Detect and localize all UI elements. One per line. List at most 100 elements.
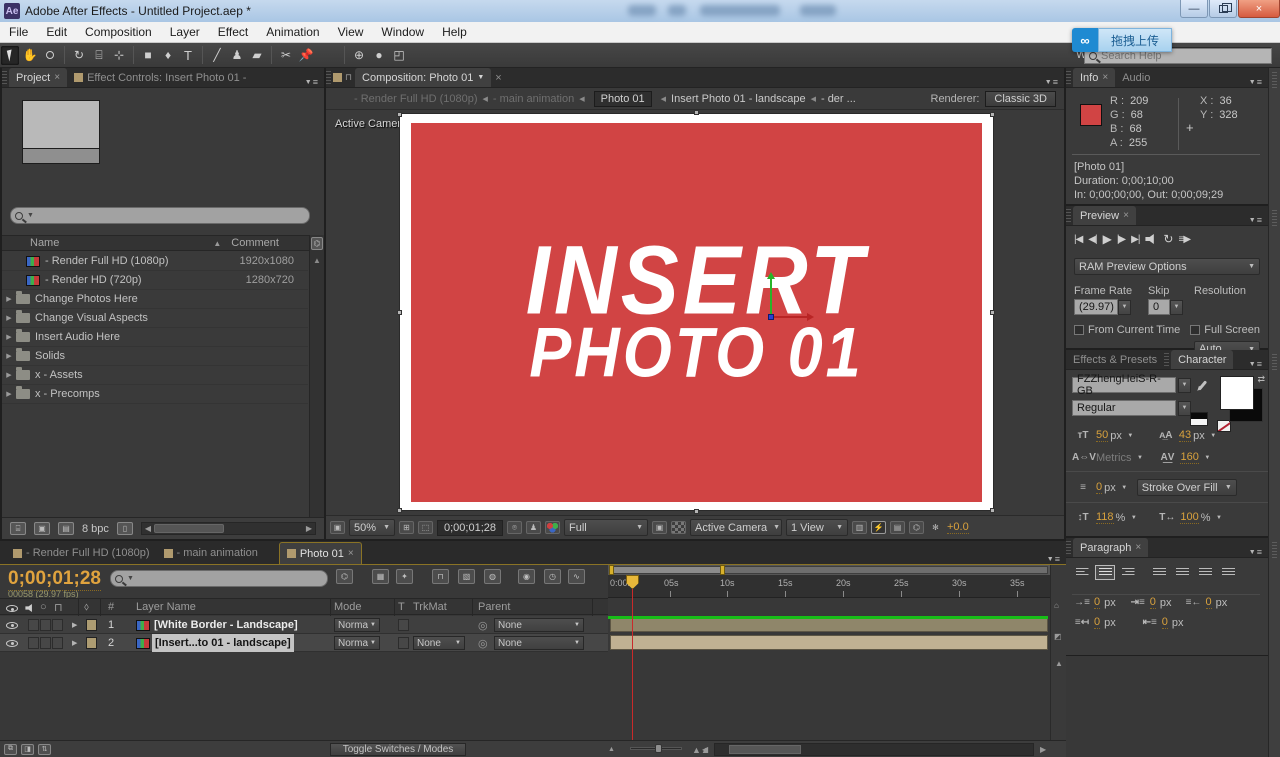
frame-blending-icon[interactable]: ⊓ [432,569,449,584]
motion-blur-icon[interactable]: ▧ [458,569,475,584]
snapshot-icon[interactable]: ⌾ [507,521,522,534]
audio-mute-button[interactable] [1145,234,1157,244]
close-icon[interactable]: × [1135,542,1141,553]
zoom-tool[interactable] [41,46,59,65]
project-columns-header[interactable]: Name ▲ Comment [2,235,324,251]
camera-tool[interactable]: ⌸ [90,46,108,65]
toggle-switches-modes-button[interactable]: Toggle Switches / Modes [330,743,466,756]
layer-handle[interactable] [694,509,699,514]
pixel-aspect-icon[interactable]: ▥ [852,521,867,534]
pen-tool[interactable]: ♦ [159,46,177,65]
space-before-value[interactable]: 0 [1094,616,1100,629]
zoom-slider-thumb[interactable] [655,744,662,753]
column-mode[interactable]: Mode [334,601,362,613]
chevron-down-icon[interactable]: ▼ [1133,450,1146,465]
column-parent[interactable]: Parent [478,601,510,613]
mode-dropdown[interactable]: Norma▼ [334,636,380,650]
rotation-tool[interactable]: ↻ [70,46,88,65]
crumb-main-animation[interactable]: - main animation [493,93,574,105]
graph-editor-icon[interactable]: ∿ [568,569,585,584]
column-layer-name[interactable]: Layer Name [136,601,196,613]
layer-handle[interactable] [990,310,995,315]
layer-handle[interactable] [397,310,402,315]
column-t[interactable]: T [398,601,405,613]
solo-toggle[interactable] [40,637,51,649]
tab-main-animation[interactable]: - main animation [157,542,265,564]
eraser-tool[interactable]: ▰ [248,46,266,65]
chevron-down-icon[interactable]: ▼ [1124,428,1137,443]
twirl-icon[interactable]: ▶ [2,371,16,379]
lock-toggle[interactable] [52,619,63,631]
project-search-input[interactable] [34,210,243,222]
zoom-out-frames-icon[interactable]: ▲ [608,746,615,753]
local-axis-mode[interactable]: ⊕ [350,46,368,65]
menu-animation[interactable]: Animation [257,22,328,42]
menu-file[interactable]: File [0,22,37,42]
pan-behind-tool[interactable]: ⊹ [110,46,128,65]
mode-dropdown[interactable]: Norma▼ [334,618,380,632]
chevron-down-icon[interactable]: ▼ [1118,300,1131,315]
vertical-scale-value[interactable]: 118 [1096,511,1114,524]
project-search[interactable]: ▼ [10,207,310,224]
work-area-segment[interactable] [610,566,723,574]
scroll-thumb[interactable] [154,524,224,533]
draft-3d-icon[interactable]: ▦ [372,569,389,584]
composition-viewport[interactable]: Active Camera INSERT PHOTO 01 [326,110,1064,515]
tab-composition[interactable]: Composition: Photo 01 ▼ [355,68,491,87]
crumb-insert-photo[interactable]: Insert Photo 01 - landscape [671,93,806,105]
show-channels-icon[interactable] [545,521,560,534]
pickwhip-icon[interactable]: ◎ [478,634,488,652]
lock-toggle[interactable] [52,637,63,649]
eye-toggle[interactable] [6,640,18,647]
tab-character[interactable]: Character [1171,350,1233,369]
layer-handle[interactable] [990,112,995,117]
stroke-mode-dropdown[interactable]: Stroke Over Fill ▼ [1137,479,1237,496]
eye-toggle[interactable] [6,622,18,629]
project-item[interactable]: ▶ Insert Audio Here [2,328,308,347]
kerning-value[interactable]: Metrics [1096,452,1131,464]
puppet-pin-tool[interactable]: 📌 [297,46,315,65]
project-item[interactable]: ▶ Change Photos Here [2,290,308,309]
menu-window[interactable]: Window [372,22,433,42]
project-item[interactable]: ▶ Solids [2,347,308,366]
expand-inout-icon[interactable]: ⇅ [38,744,51,755]
view-axis-mode[interactable]: ◰ [390,46,408,65]
tab-photo-01[interactable]: Photo 01 × [279,542,362,564]
layer-handle[interactable] [694,110,699,115]
dock-grip[interactable] [1272,542,1277,558]
first-line-indent-value[interactable]: 0 [1150,596,1156,609]
crumb-render-full-hd[interactable]: - Render Full HD (1080p) [354,93,478,105]
restore-button[interactable] [1209,0,1237,18]
layer-duration-bar-2[interactable] [610,635,1048,650]
timeline-right-scrollbar[interactable]: ⌂ ◩ ▲ [1050,565,1066,740]
chevron-down-icon[interactable]: ▼ [477,74,484,81]
twirl-icon[interactable]: ▶ [2,352,16,360]
flowchart-icon[interactable]: ⌬ [311,237,323,250]
panel-menu-icon[interactable]: ▼≡ [1243,547,1268,557]
bit-depth[interactable]: 8 bpc [82,523,109,535]
chevron-down-icon[interactable]: ▼ [1212,510,1225,525]
scroll-right-icon[interactable]: ▶ [306,524,312,533]
comp-mini-flowchart-icon[interactable]: ⌬ [336,569,353,584]
tab-effects-presets[interactable]: Effects & Presets [1066,350,1164,369]
fast-previews-icon[interactable]: ⚡ [871,521,886,534]
tab-project[interactable]: Project × [9,68,67,87]
panel-menu-icon[interactable]: ▼≡ [1039,77,1064,87]
font-size-value[interactable]: 50 [1096,429,1108,442]
layer-row-1[interactable]: ▶ 1 [White Border - Landscape] Norma▼ ◎ … [0,616,608,634]
project-item[interactable]: - Render Full HD (1080p) 1920x1080 [2,252,308,271]
play-button[interactable]: ▶ [1103,232,1111,246]
renderer-button[interactable]: Classic 3D [985,91,1056,107]
layer-name[interactable]: [White Border - Landscape] [154,616,298,634]
chevron-down-icon[interactable]: ▼ [1178,378,1191,393]
shy-layers-icon[interactable]: ✦ [396,569,413,584]
chevron-down-icon[interactable]: ▼ [1127,510,1140,525]
project-scrollbar[interactable]: ⌬ ▲ [309,235,324,517]
indent-left-value[interactable]: 0 [1094,596,1100,609]
scroll-left-icon[interactable]: ◀ [702,745,708,754]
frame-rate-value[interactable]: (29.97) [1074,299,1118,315]
type-tool[interactable]: T [179,46,197,65]
trkmat-dropdown[interactable]: None▼ [413,636,465,650]
loop-button[interactable]: ↻ [1163,232,1172,246]
leading-value[interactable]: 43 [1179,429,1191,442]
